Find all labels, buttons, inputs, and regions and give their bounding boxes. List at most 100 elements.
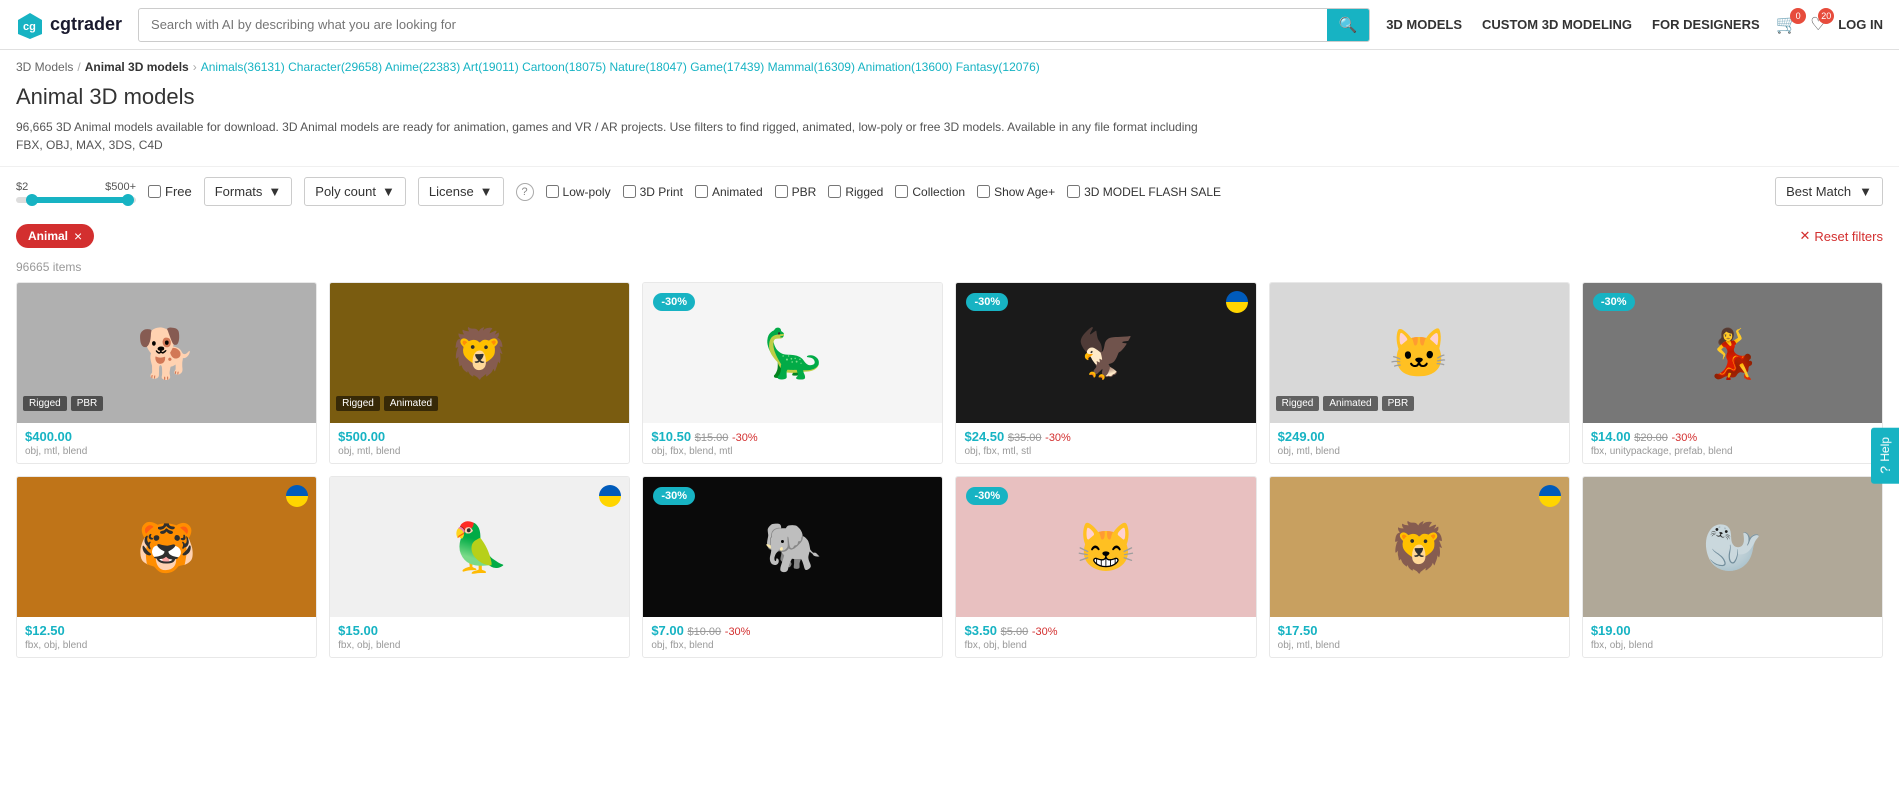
ukraine-badge-4: [1226, 291, 1248, 313]
poly-count-chevron: ▼: [382, 184, 395, 199]
breadcrumb-cat-6[interactable]: Game(17439): [690, 60, 764, 74]
cart-button[interactable]: 🛒 0: [1776, 14, 1798, 35]
product-grid: 🐕RiggedPBR$400.00obj, mtl, blend🦁RiggedA…: [0, 282, 1899, 658]
cart-badge: 0: [1790, 8, 1806, 24]
card-emoji-2: 🦁: [450, 325, 510, 382]
card-discount-4: -30%: [1045, 432, 1071, 444]
wishlist-badge: 20: [1818, 8, 1834, 24]
remove-filter-button[interactable]: ×: [74, 228, 82, 244]
slider-thumb-left[interactable]: [26, 194, 38, 206]
product-card-7[interactable]: 🐯 $12.50fbx, obj, blend: [16, 476, 317, 658]
logo[interactable]: cg cgtrader: [16, 11, 122, 39]
search-icon: 🔍: [1339, 17, 1358, 34]
product-card-3[interactable]: 🦕-30%$10.50 $15.00 -30%obj, fbx, blend, …: [642, 282, 943, 464]
breadcrumb-cat-4[interactable]: Cartoon(18075): [522, 60, 606, 74]
search-bar: 🔍: [138, 8, 1370, 42]
card-price-row-6: $14.00 $20.00 -30%: [1591, 429, 1874, 444]
price-slider[interactable]: [16, 197, 136, 203]
card-formats-4: obj, fbx, mtl, stl: [964, 446, 1247, 457]
card-price-11: $17.50: [1278, 623, 1318, 638]
search-button[interactable]: 🔍: [1327, 9, 1370, 41]
checkbox-low-poly[interactable]: Low-poly: [546, 185, 611, 199]
card-formats-11: obj, mtl, blend: [1278, 640, 1561, 651]
card-price-row-5: $249.00: [1278, 429, 1561, 444]
filters-bar: $2 $500+ Free Formats ▼ Poly count ▼ Lic…: [0, 166, 1899, 216]
login-button[interactable]: LOG IN: [1838, 17, 1883, 32]
header: cg cgtrader 🔍 3D MODELS CUSTOM 3D MODELI…: [0, 0, 1899, 50]
checkbox-flash-sale[interactable]: 3D MODEL FLASH SALE: [1067, 185, 1221, 199]
sort-dropdown[interactable]: Best Match ▼: [1775, 177, 1883, 206]
checkbox-collection[interactable]: Collection: [895, 185, 965, 199]
product-card-10[interactable]: 😸-30%$3.50 $5.00 -30%fbx, obj, blend: [955, 476, 1256, 658]
help-sidebar[interactable]: ? Help: [1871, 427, 1899, 483]
product-card-6[interactable]: 💃-30%$14.00 $20.00 -30%fbx, unitypackage…: [1582, 282, 1883, 464]
checkbox-rigged[interactable]: Rigged: [828, 185, 883, 199]
card-price-row-4: $24.50 $35.00 -30%: [964, 429, 1247, 444]
breadcrumb-cat-8[interactable]: Animation(13600): [858, 60, 953, 74]
product-card-5[interactable]: 🐱RiggedAnimatedPBR$249.00obj, mtl, blend: [1269, 282, 1570, 464]
product-card-1[interactable]: 🐕RiggedPBR$400.00obj, mtl, blend: [16, 282, 317, 464]
card-price-5: $249.00: [1278, 429, 1325, 444]
breadcrumb-cat-5[interactable]: Nature(18047): [609, 60, 686, 74]
checkbox-show-age[interactable]: Show Age+: [977, 185, 1055, 199]
formats-dropdown[interactable]: Formats ▼: [204, 177, 293, 206]
animal-filter-tag: Animal ×: [16, 224, 94, 248]
card-formats-7: fbx, obj, blend: [25, 640, 308, 651]
product-card-12[interactable]: 🦭$19.00fbx, obj, blend: [1582, 476, 1883, 658]
card-price-row-9: $7.00 $10.00 -30%: [651, 623, 934, 638]
animal-tag-label: Animal: [28, 229, 68, 243]
card-emoji-9: 🐘: [763, 519, 823, 576]
card-orig-price-3: $15.00: [695, 432, 729, 444]
card-image-8: 🦜: [330, 477, 629, 617]
breadcrumb-cat-3[interactable]: Art(19011): [463, 60, 519, 74]
filter-checkboxes: Low-poly 3D Print Animated PBR Rigged Co…: [546, 185, 1222, 199]
card-price-12: $19.00: [1591, 623, 1631, 638]
wishlist-button[interactable]: ♡ 20: [1810, 14, 1826, 35]
card-info-7: $12.50fbx, obj, blend: [17, 617, 316, 657]
card-price-1: $400.00: [25, 429, 72, 444]
nav-3d-models[interactable]: 3D MODELS: [1386, 17, 1462, 32]
product-card-8[interactable]: 🦜$15.00fbx, obj, blend: [329, 476, 630, 658]
checkbox-pbr[interactable]: PBR: [775, 185, 817, 199]
card-emoji-7: 🐯: [137, 519, 197, 576]
card-formats-2: obj, mtl, blend: [338, 446, 621, 457]
product-card-11[interactable]: 🦁$17.50obj, mtl, blend: [1269, 476, 1570, 658]
reset-filters-button[interactable]: ✕ Reset filters: [1799, 228, 1883, 244]
product-card-9[interactable]: 🐘-30%$7.00 $10.00 -30%obj, fbx, blend: [642, 476, 943, 658]
card-tags-1: RiggedPBR: [17, 392, 316, 415]
card-orig-price-10: $5.00: [1001, 626, 1029, 638]
product-card-4[interactable]: 🦅-30%$24.50 $35.00 -30%obj, fbx, mtl, st…: [955, 282, 1256, 464]
price-filter: $2 $500+: [16, 181, 136, 203]
free-checkbox-input[interactable]: [148, 185, 161, 198]
license-dropdown[interactable]: License ▼: [418, 177, 504, 206]
product-card-2[interactable]: 🦁RiggedAnimated$500.00obj, mtl, blend: [329, 282, 630, 464]
ukraine-badge-7: [286, 485, 308, 507]
card-price-2: $500.00: [338, 429, 385, 444]
card-info-3: $10.50 $15.00 -30%obj, fbx, blend, mtl: [643, 423, 942, 463]
checkbox-animated[interactable]: Animated: [695, 185, 763, 199]
price-max: $500+: [105, 181, 136, 193]
discount-badge-10: -30%: [966, 487, 1008, 505]
breadcrumb-cat-9[interactable]: Fantasy(12076): [956, 60, 1040, 74]
poly-count-dropdown[interactable]: Poly count ▼: [304, 177, 406, 206]
main-nav: 3D MODELS CUSTOM 3D MODELING FOR DESIGNE…: [1386, 17, 1759, 32]
breadcrumb-cat-2[interactable]: Anime(22383): [385, 60, 460, 74]
nav-custom-modeling[interactable]: CUSTOM 3D MODELING: [1482, 17, 1632, 32]
checkbox-3d-print[interactable]: 3D Print: [623, 185, 683, 199]
ukraine-badge-11: [1539, 485, 1561, 507]
breadcrumb-cat-0[interactable]: Animals(36131): [201, 60, 285, 74]
nav-for-designers[interactable]: FOR DESIGNERS: [1652, 17, 1760, 32]
breadcrumb-cat-1[interactable]: Character(29658): [288, 60, 382, 74]
card-price-row-3: $10.50 $15.00 -30%: [651, 429, 934, 444]
card-emoji-10: 😸: [1076, 519, 1136, 576]
breadcrumb-root[interactable]: 3D Models: [16, 60, 73, 74]
help-icon[interactable]: ?: [516, 183, 534, 201]
search-input[interactable]: [139, 10, 1326, 39]
card-price-4: $24.50: [964, 429, 1004, 444]
card-info-12: $19.00fbx, obj, blend: [1583, 617, 1882, 657]
breadcrumb-cat-7[interactable]: Mammal(16309): [768, 60, 855, 74]
slider-thumb-right[interactable]: [122, 194, 134, 206]
card-price-6: $14.00: [1591, 429, 1631, 444]
free-checkbox[interactable]: Free: [148, 184, 192, 199]
category-links: Animals(36131) Character(29658) Anime(22…: [201, 60, 1040, 74]
